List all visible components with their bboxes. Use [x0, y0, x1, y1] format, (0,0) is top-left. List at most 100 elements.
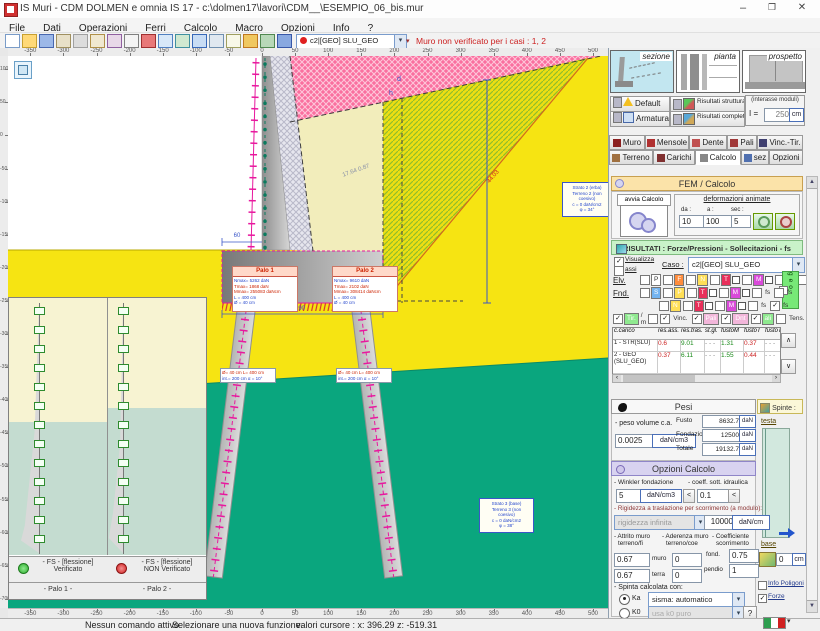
- risultati-strutturali-button[interactable]: Risultati strutturali: [670, 96, 745, 112]
- grid-icon[interactable]: [192, 34, 207, 48]
- checkbox[interactable]: [752, 288, 762, 298]
- tab-muro[interactable]: Muro: [609, 135, 645, 150]
- shield-icon[interactable]: [277, 34, 292, 48]
- tab-vinctir[interactable]: Vinc.-Tir.: [757, 135, 803, 150]
- inner-checkbox[interactable]: [709, 289, 717, 297]
- warning-dropdown-icon[interactable]: ▾: [406, 37, 410, 45]
- tab-terreno[interactable]: Terreno: [609, 150, 653, 165]
- armatura-view-button[interactable]: Armatura: [610, 111, 670, 127]
- toggle-S[interactable]: S: [640, 287, 661, 299]
- a-input[interactable]: 100: [703, 215, 733, 228]
- language-flag-icon[interactable]: [763, 617, 786, 629]
- table-row-name[interactable]: 2 - GEO (SLU_GEO): [613, 352, 658, 374]
- checkbox[interactable]: ✓: [660, 314, 670, 324]
- minimize-button[interactable]: –: [733, 2, 753, 14]
- scroll-up-icon[interactable]: ▲: [807, 177, 817, 189]
- table-hscrollbar[interactable]: ‹ ›: [612, 374, 781, 383]
- maximize-button[interactable]: ❐: [762, 2, 782, 13]
- save-icon[interactable]: [39, 34, 54, 48]
- forze-checkbox[interactable]: ✓: [758, 594, 767, 603]
- checkbox[interactable]: [776, 314, 786, 324]
- report-icon[interactable]: [226, 34, 241, 48]
- toggle-fs[interactable]: fs: [748, 301, 768, 311]
- toggle-N[interactable]: N: [659, 300, 681, 312]
- scroll-right-icon[interactable]: ›: [772, 375, 780, 382]
- toggle-N[interactable]: N: [686, 274, 708, 286]
- palo1-info-box[interactable]: Palo 1 Nmax= 5262 daN Tmax= 1868 daN Mma…: [232, 266, 298, 312]
- flag-dropdown-icon[interactable]: ▾: [787, 617, 791, 625]
- risultati-completi-button[interactable]: Risultati completi: [670, 111, 745, 127]
- toggle-fs[interactable]: fs: [774, 288, 794, 298]
- aderenza-muro-input[interactable]: 0: [672, 553, 702, 567]
- avvia-calcolo-button[interactable]: [620, 205, 668, 237]
- book-icon[interactable]: [141, 34, 156, 48]
- toggle-Tir.[interactable]: ✓Tir.: [613, 313, 639, 325]
- quota-icon[interactable]: [759, 552, 776, 567]
- scroll-left-icon[interactable]: ‹: [613, 375, 621, 382]
- sec-input[interactable]: 5: [731, 215, 751, 228]
- toggle-fs[interactable]: fs: [752, 288, 772, 298]
- checkbox[interactable]: [659, 301, 669, 311]
- redo-icon[interactable]: [73, 34, 88, 48]
- rigidezza-selector[interactable]: rigidezza infinita▾: [614, 515, 707, 530]
- assi-checkbox[interactable]: [614, 266, 624, 276]
- winkler-less-button[interactable]: <: [683, 489, 695, 503]
- checkbox[interactable]: ✓: [721, 314, 731, 324]
- case-selector[interactable]: c2|[GEO] SLU_GEO ▾: [296, 34, 407, 49]
- checkbox[interactable]: [719, 288, 729, 298]
- checkbox[interactable]: ✓: [770, 301, 780, 311]
- checkbox[interactable]: ✓: [692, 314, 702, 324]
- globe-icon[interactable]: [175, 34, 190, 48]
- coeff-less-button[interactable]: <: [728, 489, 740, 503]
- toggle-T[interactable]: T: [710, 274, 740, 286]
- toggle-P[interactable]: P: [640, 274, 661, 286]
- close-button[interactable]: ✕: [792, 2, 812, 13]
- toggle-fs[interactable]: ✓fs: [770, 301, 790, 311]
- tab-dente[interactable]: Dente: [689, 135, 727, 150]
- attrito-terra-input[interactable]: 0.67: [614, 569, 650, 583]
- fond-input[interactable]: 0.75: [729, 549, 759, 563]
- cube-icon[interactable]: [260, 34, 275, 48]
- inner-checkbox[interactable]: [705, 302, 713, 310]
- copy-icon[interactable]: [209, 34, 224, 48]
- pesi-row-value[interactable]: 8632.7: [702, 415, 742, 428]
- table-scroll-up[interactable]: ∧: [781, 333, 796, 348]
- pie-icon[interactable]: [243, 34, 258, 48]
- attrito-muro-input[interactable]: 0.67: [614, 553, 650, 567]
- checkbox[interactable]: [663, 275, 673, 285]
- anim-play-button[interactable]: [753, 213, 773, 230]
- coeff-input[interactable]: 0.1: [697, 489, 731, 503]
- checkbox[interactable]: [686, 275, 696, 285]
- pesi-row-value[interactable]: 19132.7: [702, 443, 742, 456]
- checkbox[interactable]: [663, 288, 673, 298]
- checkbox[interactable]: [715, 301, 725, 311]
- scroll-thumb[interactable]: [623, 375, 695, 382]
- checkbox[interactable]: [774, 288, 784, 298]
- thumb-prospetto[interactable]: prospetto: [742, 50, 806, 93]
- scroll-down-icon[interactable]: ▼: [807, 600, 817, 612]
- stamp-icon[interactable]: [107, 34, 122, 48]
- toggle-Vinc.[interactable]: ✓Vinc.: [660, 314, 689, 324]
- open-icon[interactable]: [22, 34, 37, 48]
- ka-radio[interactable]: [619, 594, 630, 605]
- thumb-sezione[interactable]: sezione: [610, 50, 674, 93]
- new-icon[interactable]: [5, 34, 20, 48]
- zoom-widget[interactable]: [14, 61, 32, 79]
- toggle-M[interactable]: M: [742, 274, 773, 286]
- percent-icon[interactable]: [124, 34, 139, 48]
- toggle-blank[interactable]: [648, 314, 658, 324]
- checkbox[interactable]: [648, 314, 658, 324]
- inner-checkbox[interactable]: [732, 276, 740, 284]
- edit-icon[interactable]: [90, 34, 105, 48]
- toggle-/ m[interactable]: / m: [641, 312, 646, 326]
- toggle-ali[interactable]: ✓ali: [751, 313, 775, 325]
- checkbox[interactable]: [683, 301, 693, 311]
- da-input[interactable]: 10: [679, 215, 705, 228]
- palo2-info-box[interactable]: Palo 2 Nmax= 9610 daN Tmax= 2102 daN Mma…: [332, 266, 398, 312]
- inner-checkbox[interactable]: [765, 276, 773, 284]
- panel-scrollbar[interactable]: ▲ ▼: [806, 176, 818, 613]
- default-view-button[interactable]: Default: [610, 96, 670, 112]
- pendio-input[interactable]: 1: [729, 564, 759, 578]
- inner-checkbox[interactable]: [738, 302, 746, 310]
- checkbox[interactable]: [710, 275, 720, 285]
